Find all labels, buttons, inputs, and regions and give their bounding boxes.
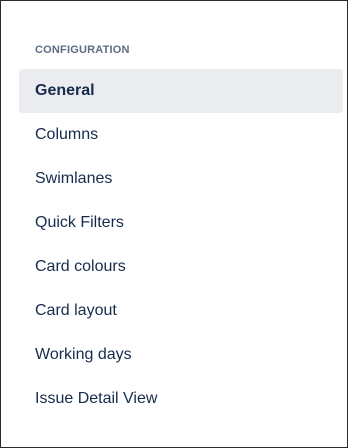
sidebar-item-label: Columns	[35, 126, 99, 143]
sidebar-item-general[interactable]: General	[19, 69, 343, 113]
sidebar-item-label: Card layout	[35, 302, 117, 319]
sidebar-item-label: Card colours	[35, 258, 126, 275]
sidebar-item-label: Working days	[35, 346, 132, 363]
sidebar-item-label: Swimlanes	[35, 170, 113, 187]
section-heading: CONFIGURATION	[35, 44, 130, 56]
sidebar-item-label: General	[35, 82, 95, 99]
sidebar-item-swimlanes[interactable]: Swimlanes	[19, 157, 343, 201]
sidebar-item-card-colours[interactable]: Card colours	[19, 245, 343, 289]
configuration-nav-list: General Columns Swimlanes Quick Filters …	[19, 69, 343, 421]
sidebar-item-columns[interactable]: Columns	[19, 113, 343, 157]
sidebar-item-card-layout[interactable]: Card layout	[19, 289, 343, 333]
sidebar-item-label: Quick Filters	[35, 214, 124, 231]
sidebar-item-label: Issue Detail View	[35, 390, 158, 407]
sidebar-item-issue-detail-view[interactable]: Issue Detail View	[19, 377, 343, 421]
configuration-sidebar: CONFIGURATION General Columns Swimlanes …	[0, 0, 348, 448]
sidebar-item-quick-filters[interactable]: Quick Filters	[19, 201, 343, 245]
sidebar-item-working-days[interactable]: Working days	[19, 333, 343, 377]
